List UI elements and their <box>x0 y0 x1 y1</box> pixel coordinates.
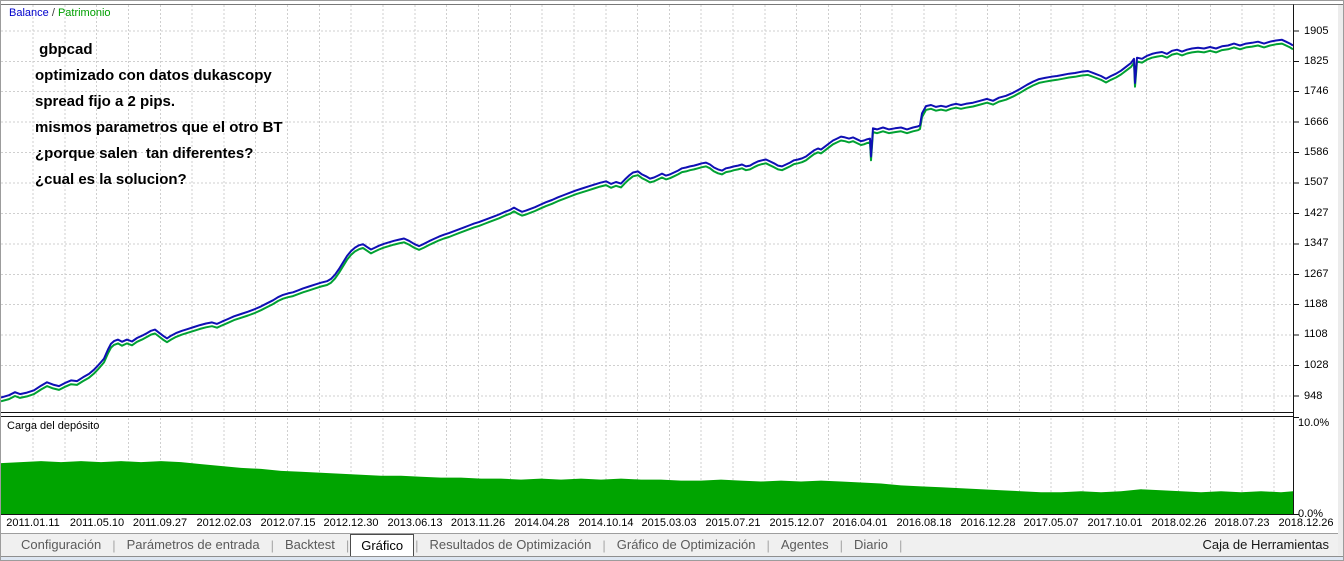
x-axis-date-label: 2013.06.13 <box>387 517 443 529</box>
y-axis-label: 1825 <box>1304 55 1329 67</box>
chart-annotation: gbpcad optimizado con datos dukascopy spre… <box>35 37 283 193</box>
x-axis-date-label: 2012.07.15 <box>260 517 316 529</box>
x-axis-date-label: 2014.10.14 <box>578 517 634 529</box>
panel-splitter[interactable] <box>1 411 1293 418</box>
x-axis-date-label: 2011.09.27 <box>132 517 188 529</box>
x-axis-date-label: 2016.04.01 <box>832 517 888 529</box>
x-axis-date-label: 2012.12.30 <box>323 517 379 529</box>
annotation-line: gbpcad <box>35 41 93 58</box>
tab-diario[interactable]: Diario <box>844 534 898 556</box>
x-axis-date-label: 2015.07.21 <box>705 517 761 529</box>
tab-parametros-de-entrada[interactable]: Parámetros de entrada <box>117 534 270 556</box>
x-axis-date-label: 2015.12.07 <box>769 517 825 529</box>
window-bottom-strip <box>1 556 1343 560</box>
y-axis-label: 1586 <box>1304 146 1329 158</box>
y-axis-label: 1108 <box>1304 328 1328 340</box>
x-axis-date-label: 2013.11.26 <box>450 517 506 529</box>
legend-balance-label: Balance <box>9 7 49 19</box>
x-axis-date-label: 2016.08.18 <box>896 517 952 529</box>
annotation-line: mismos parametros que el otro BT <box>35 119 283 136</box>
x-axis-date-label: 2011.05.10 <box>69 517 125 529</box>
tab-agentes[interactable]: Agentes <box>771 534 839 556</box>
y-axis-label: 1347 <box>1304 237 1329 249</box>
tab-grafico-de-optimizacion[interactable]: Gráfico de Optimización <box>607 534 766 556</box>
y-axis-label: 1188 <box>1304 298 1328 310</box>
toolbox-panel-label: Caja de Herramientas <box>1202 537 1329 552</box>
y-axis-label: 1267 <box>1304 268 1329 280</box>
load-panel-title: Carga del depósito <box>7 420 100 432</box>
chart-legend: Balance / Patrimonio <box>9 7 111 19</box>
x-axis-date-label: 2015.03.03 <box>641 517 697 529</box>
tab-resultados-de-optimizacion[interactable]: Resultados de Optimización <box>420 534 602 556</box>
load-max-label: 10.0% <box>1298 417 1330 429</box>
x-axis-date-label: 2011.01.11 <box>6 517 60 529</box>
load-chart-panel[interactable] <box>1 418 1293 514</box>
x-axis-date-label: 2017.10.01 <box>1087 517 1143 529</box>
x-axis-date-label: 2014.04.28 <box>514 517 570 529</box>
y-axis-label: 948 <box>1304 390 1323 402</box>
x-axis-date-label: 2018.12.26 <box>1278 517 1334 529</box>
window-right-edge <box>1338 5 1343 555</box>
annotation-line: spread fijo a 2 pips. <box>35 93 176 110</box>
y-axis-label: 1905 <box>1304 25 1329 37</box>
tab-grafico[interactable]: Gráfico <box>350 533 415 556</box>
tab-backtest[interactable]: Backtest <box>275 534 345 556</box>
strategy-tester-window: Balance / Patrimonio gbpcad optimizado co… <box>0 0 1344 561</box>
legend-patrimonio-label: Patrimonio <box>57 7 111 19</box>
tester-tab-bar: Configuración | Parámetros de entrada | Back… <box>1 533 1343 556</box>
x-axis-date-label: 2018.02.26 <box>1151 517 1207 529</box>
x-axis-date-label: 2016.12.28 <box>960 517 1016 529</box>
legend-separator: / <box>48 7 58 19</box>
y-axis-label: 1028 <box>1304 359 1329 371</box>
tab-configuracion[interactable]: Configuración <box>11 534 111 556</box>
x-axis-date-label: 2012.02.03 <box>196 517 252 529</box>
annotation-line: ¿porque salen tan diferentes? <box>35 145 254 162</box>
annotation-line: optimizado con datos dukascopy <box>35 67 272 84</box>
x-axis-date-label: 2017.05.07 <box>1023 517 1079 529</box>
y-axis-label: 1666 <box>1304 116 1329 128</box>
y-axis-label: 1507 <box>1304 176 1329 188</box>
annotation-line: ¿cual es la solucion? <box>35 171 187 188</box>
y-axis-label: 1746 <box>1304 85 1329 97</box>
tab-separator: | <box>898 537 903 553</box>
y-axis-label: 1427 <box>1304 207 1329 219</box>
x-axis-date-label: 2018.07.23 <box>1214 517 1270 529</box>
